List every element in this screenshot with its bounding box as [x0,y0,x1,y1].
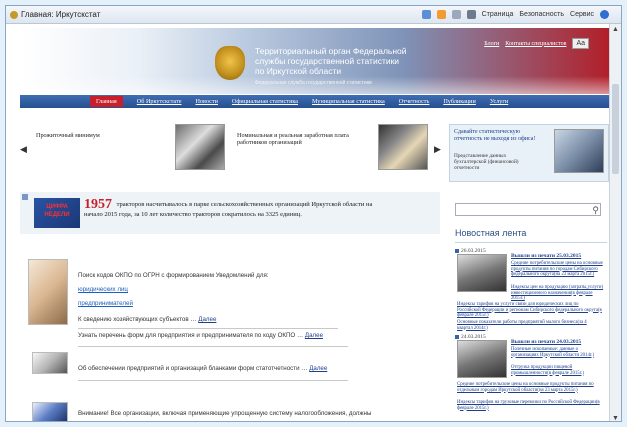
blanks-more-link[interactable]: Далее [309,365,327,372]
service-menu[interactable]: Сервис [570,11,594,18]
site-title: Территориальный орган Федеральной службы… [255,46,407,76]
promo-image [554,129,604,173]
search-icon[interactable]: ⚲ [592,205,599,216]
entrepreneurs-link[interactable]: предпринимателей [78,300,133,308]
scrollbar-thumb[interactable] [612,84,619,174]
okpo-intro: Поиск кодов ОКПО по ОГРН с формированием… [78,272,269,279]
legal-entities-link[interactable]: юридических лиц [78,286,128,294]
keyboard-image [32,402,68,421]
site-subtitle: Федеральная служба государственной стати… [255,80,372,86]
command-bar: Страница Безопасность Сервис [421,10,609,19]
home-icon[interactable] [421,10,431,19]
print-icon[interactable] [466,10,476,19]
carousel-item-living-wage[interactable]: Прожиточный минимум [36,132,100,139]
featured-carousel: ◀ Прожиточный минимум Номинальная и реал… [20,122,441,184]
mail-icon[interactable] [451,10,461,19]
vertical-scrollbar[interactable]: ▲ ▼ [609,24,621,421]
blog-link[interactable]: Блоги [484,41,499,47]
scroll-down-icon[interactable]: ▼ [610,413,621,421]
news-link[interactable]: Индексы тарифов на грузовые перевозки по… [457,400,603,411]
forms-by-okpo: Узнать перечень форм для предприятия и п… [78,332,324,339]
font-size-button[interactable]: Aa [572,38,589,49]
hand-with-pen-image [28,259,68,325]
divider [78,346,348,347]
site-header: Территориальный орган Федеральной службы… [20,28,611,94]
page-menu[interactable]: Страница [482,11,514,18]
news-image-books [457,254,507,292]
info-icon [22,194,28,200]
carousel-image-2[interactable] [378,124,428,170]
news-feed: 26.03.2015 Вышли из печати 25.03.2015 Ср… [455,246,607,418]
warning-notice: Внимание! Все организации, включая приме… [78,410,372,417]
news-link[interactable]: Индексы цен на продукцию (затраты,услуги… [511,285,605,302]
figure-week-banner: ЦИФРА НЕДЕЛИ [34,198,80,228]
nav-item-services[interactable]: Услуги [490,98,508,105]
papers-image [32,352,68,374]
carousel-next-icon[interactable]: ▶ [434,144,441,155]
news-link[interactable]: Отгрузка продукции пищевой промышленност… [511,365,605,376]
nav-item-municipal-stats[interactable]: Муниципальная статистика [312,98,385,105]
contacts-link[interactable]: Контакты специалистов [505,41,566,47]
news-item: 24.03.2015 Вышли из печати 24.03.2015 По… [455,334,607,418]
page-viewport: Территориальный орган Федеральной службы… [6,24,611,421]
figure-of-the-week: ЦИФРА НЕДЕЛИ 1957 тракторов насчитывалос… [20,192,440,234]
forms-more-link[interactable]: Далее [305,332,323,339]
coat-of-arms-emblem [215,46,245,80]
scroll-up-icon[interactable]: ▲ [610,24,621,34]
nav-item-about[interactable]: Об Иркутскстате [137,98,182,105]
help-icon[interactable] [600,10,609,19]
main-navigation: Главная Об Иркутскстате Новости Официаль… [20,95,611,108]
subjects-notice: К сведению хозяйствующих субъектов … Дал… [78,316,217,323]
search-input[interactable]: ⚲ [455,203,601,216]
browser-window: Главная: Иркутскстат Страница Безопаснос… [5,5,622,422]
news-link[interactable]: Средние потребительские цены на основные… [457,382,603,393]
rss-feed-icon[interactable] [436,10,446,19]
blanks-notice: Об обеспечении предприятий и организаций… [78,365,328,372]
promo-subtitle: Представление данных бухгалтерской (фина… [454,153,519,171]
news-link[interactable]: Полезные ископаемые: данные о организаци… [511,347,605,358]
divider [78,380,348,381]
carousel-prev-icon[interactable]: ◀ [20,144,27,155]
news-link[interactable]: Средние потребительские цены на основные… [511,261,605,278]
browser-tab[interactable]: Главная: Иркутскстат [10,10,100,19]
subjects-more-link[interactable]: Далее [198,316,216,323]
header-links: Блоги Контакты специалистов Aa [484,38,589,49]
browser-toolbar: Главная: Иркутскстат Страница Безопаснос… [6,6,621,24]
nav-item-official-stats[interactable]: Официальная статистика [232,98,298,105]
promo-title: Сдавайте статистическую отчетность не вы… [454,129,536,142]
nav-item-publications[interactable]: Публикации [443,98,475,105]
carousel-image-1[interactable] [175,124,225,170]
nav-item-news[interactable]: Новости [195,98,217,105]
news-link[interactable]: Индексы тарифов на услуги связи для юрид… [457,302,603,319]
tab-title: Главная: Иркутскстат [21,10,101,19]
nav-item-home[interactable]: Главная [90,96,123,107]
news-title[interactable]: Вышли из печати 24.03.2015 [511,339,605,345]
divider [78,328,338,329]
news-feed-heading: Новостная лента [455,228,607,243]
carousel-item-wages[interactable]: Номинальная и реальная заработная плата … [237,132,349,146]
e-reporting-promo[interactable]: Сдавайте статистическую отчетность не вы… [449,124,609,182]
news-link[interactable]: Основные показатели работы предприятий м… [457,320,603,331]
site-favicon-icon [10,10,18,19]
news-item: 26.03.2015 Вышли из печати 25.03.2015 Ср… [455,248,607,332]
news-title[interactable]: Вышли из печати 25.03.2015 [511,253,605,259]
news-image-books [457,340,507,378]
nav-item-reporting[interactable]: Отчетность [399,98,430,105]
figure-week-text: 1957 тракторов насчитывалось в парке сел… [84,197,373,219]
safety-menu[interactable]: Безопасность [519,11,564,18]
